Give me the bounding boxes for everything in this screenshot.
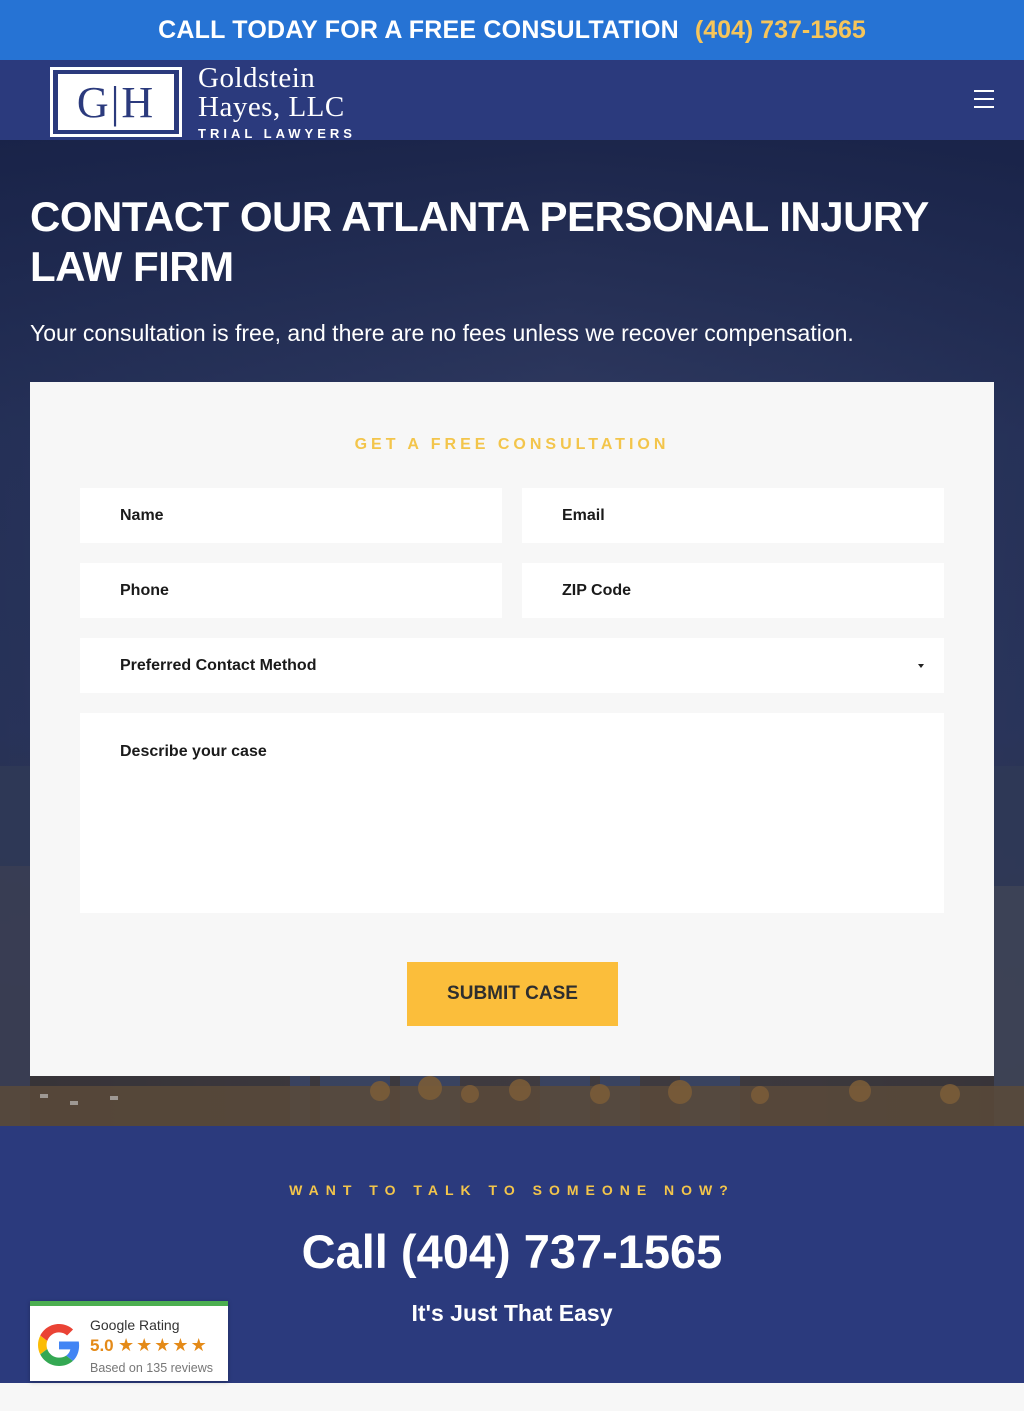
logo-line-trial-lawyers: TRIAL LAWYERS: [198, 126, 356, 141]
logo-line-goldstein: Goldstein: [198, 62, 316, 94]
hamburger-bar: [974, 98, 994, 100]
email-field[interactable]: Email: [522, 488, 944, 543]
star-icon: ★: [190, 1335, 207, 1355]
phone-field-placeholder: Phone: [120, 581, 169, 599]
logo-monogram-frame: G|H: [50, 67, 182, 137]
call-phone-link[interactable]: Call (404) 737-1565: [0, 1224, 1024, 1279]
hamburger-bar: [974, 106, 994, 108]
name-field[interactable]: Name: [80, 488, 502, 543]
submit-case-button[interactable]: SUBMIT CASE: [407, 962, 618, 1026]
google-rating-score: 5.0: [90, 1336, 114, 1355]
site-header: G|H Goldstein Hayes, LLC TRIAL LAWYERS: [0, 60, 1024, 140]
consultation-form: GET A FREE CONSULTATION Name Email Phone…: [30, 382, 994, 1076]
hero-section: CONTACT OUR ATLANTA PERSONAL INJURY LAW …: [0, 140, 1024, 1126]
star-icon: ★: [118, 1335, 135, 1355]
logo-wordmark: Goldstein Hayes, LLC TRIAL LAWYERS: [198, 62, 356, 141]
name-field-placeholder: Name: [120, 506, 164, 524]
star-icon: ★: [172, 1335, 189, 1355]
email-field-placeholder: Email: [562, 506, 605, 524]
hamburger-icon[interactable]: [974, 90, 994, 108]
zip-code-field[interactable]: ZIP Code: [522, 563, 944, 618]
phone-field[interactable]: Phone: [80, 563, 502, 618]
google-rating-label: Google Rating: [90, 1317, 180, 1333]
case-description-placeholder: Describe your case: [120, 743, 267, 760]
case-description-textarea[interactable]: Describe your case: [80, 713, 944, 913]
logo-line-hayes: Hayes, LLC: [198, 91, 345, 123]
chevron-down-icon: [918, 664, 924, 668]
google-g-icon: [38, 1324, 80, 1366]
call-now-kicker: WANT TO TALK TO SOMEONE NOW?: [289, 1182, 735, 1198]
footer-strip: [0, 1383, 1024, 1411]
zip-code-field-placeholder: ZIP Code: [562, 581, 632, 599]
google-review-count: Based on 135 reviews: [90, 1361, 213, 1375]
logo-monogram: G|H: [58, 74, 174, 130]
hero-subhead: Your consultation is free, and there are…: [30, 320, 854, 346]
form-title: GET A FREE CONSULTATION: [354, 436, 670, 453]
page-title: CONTACT OUR ATLANTA PERSONAL INJURY LAW …: [30, 193, 928, 290]
top-call-text: CALL TODAY FOR A FREE CONSULTATION: [158, 15, 679, 44]
top-phone-link[interactable]: (404) 737-1565: [695, 16, 866, 45]
top-call-bar: CALL TODAY FOR A FREE CONSULTATION (404)…: [0, 0, 1024, 60]
star-icon: ★: [154, 1335, 171, 1355]
google-rating-badge[interactable]: Google Rating 5.0 ★ ★ ★ ★ ★ Based on 135 rev…: [30, 1301, 228, 1381]
preferred-contact-method-select[interactable]: Preferred Contact Method: [80, 638, 944, 693]
star-rating: ★ ★ ★ ★ ★: [118, 1335, 207, 1355]
site-logo[interactable]: G|H Goldstein Hayes, LLC TRIAL LAWYERS: [50, 64, 356, 140]
contact-method-placeholder: Preferred Contact Method: [120, 656, 317, 674]
hamburger-bar: [974, 90, 994, 92]
star-icon: ★: [136, 1335, 153, 1355]
